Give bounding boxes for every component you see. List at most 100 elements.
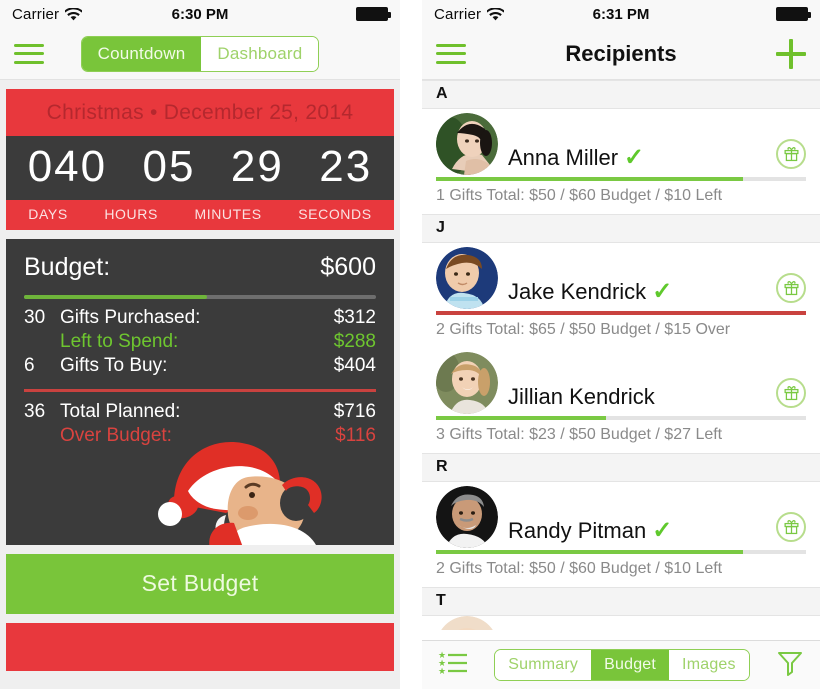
countdown-minutes-value: 29 xyxy=(230,142,284,191)
phone-gutter xyxy=(400,0,422,689)
countdown-digits: 040 05 29 23 xyxy=(6,136,394,200)
recipient-budget-bar xyxy=(436,311,806,315)
status-bar-right-group xyxy=(356,7,391,21)
two-phone-screenshot: Carrier 6:30 PM Countdown Dashboard Chri… xyxy=(0,0,820,689)
section-header-r: R xyxy=(422,453,820,482)
recipient-budget-bar xyxy=(436,177,806,181)
recipient-name-text: Jake Kendrick xyxy=(508,279,647,304)
recipient-budget-bar-fill xyxy=(436,177,744,181)
recipient-subtitle: 3 Gifts Total: $23 / $50 Budget / $27 Le… xyxy=(436,426,723,443)
gift-icon[interactable] xyxy=(776,378,806,408)
left-phone-screen: Carrier 6:30 PM Countdown Dashboard Chri… xyxy=(0,0,400,689)
countdown-days-value: 040 xyxy=(27,142,108,191)
left-to-spend-amount: $288 xyxy=(333,331,376,352)
view-mode-segmented-control[interactable]: Summary Budget Images xyxy=(494,649,750,681)
gifts-purchased-count: 30 xyxy=(24,307,46,328)
budget-label: Budget: xyxy=(24,253,111,281)
set-budget-button[interactable]: Set Budget xyxy=(6,554,394,614)
tab-dashboard[interactable]: Dashboard xyxy=(201,36,319,71)
recipients-list[interactable]: A Anna Miller ✓ 1 Gifts Total: $50 / $60… xyxy=(422,80,820,640)
recipient-budget-bar-fill xyxy=(436,311,806,315)
funnel-icon[interactable] xyxy=(776,649,804,682)
starred-list-icon[interactable]: ★ ★ ★ xyxy=(438,650,468,681)
tab-budget[interactable]: Budget xyxy=(591,650,670,680)
tab-countdown[interactable]: Countdown xyxy=(81,36,202,71)
row-total-planned: 36 Total Planned: $716 xyxy=(24,401,376,423)
recipient-budget-bar xyxy=(436,550,806,554)
hamburger-icon[interactable] xyxy=(14,43,44,64)
gifts-to-buy-count: 6 xyxy=(24,355,35,376)
countdown-seconds-value: 23 xyxy=(319,142,373,191)
countdown-hours-value: 05 xyxy=(142,142,196,191)
status-bar-right-group-r xyxy=(776,7,811,21)
check-icon: ✓ xyxy=(652,517,673,544)
santa-illustration xyxy=(158,442,322,545)
recipient-name: Randy Pitman ✓ xyxy=(508,518,672,548)
right-phone-screen: Carrier 6:31 PM Recipients A Anna Miller… xyxy=(422,0,820,689)
recipient-name-text: Anna Miller xyxy=(508,145,619,170)
total-planned-label: Total Planned: xyxy=(60,401,181,422)
left-to-spend-label: Left to Spend: xyxy=(60,331,179,352)
clipped-list-item[interactable] xyxy=(422,616,820,630)
avatar-jillian xyxy=(436,352,498,414)
check-icon: ✓ xyxy=(624,144,645,171)
plus-icon[interactable] xyxy=(776,38,806,69)
recipient-subtitle: 1 Gifts Total: $50 / $60 Budget / $10 Le… xyxy=(436,187,723,204)
recipient-main-row: Randy Pitman ✓ xyxy=(436,486,806,548)
recipient-subtitle: 2 Gifts Total: $50 / $60 Budget / $10 Le… xyxy=(436,560,723,577)
avatar-partial xyxy=(436,616,498,630)
total-planned-count: 36 xyxy=(24,401,46,422)
gifts-to-buy-amount: $404 xyxy=(333,355,376,376)
recipient-budget-bar xyxy=(436,416,806,420)
recipient-name-text: Randy Pitman xyxy=(508,518,647,543)
countdown-dashboard-segmented-wrap: Countdown Dashboard xyxy=(0,35,400,72)
svg-text:★: ★ xyxy=(438,666,446,676)
list-item[interactable]: Randy Pitman ✓ 2 Gifts Total: $50 / $60 … xyxy=(422,482,820,587)
recipient-name: Jillian Kendrick xyxy=(508,384,655,414)
gifts-to-buy-label: Gifts To Buy: xyxy=(60,355,168,376)
recipient-name: Anna Miller ✓ xyxy=(508,145,644,175)
page-title: Recipients xyxy=(565,40,677,66)
status-bar-time: 6:31 PM xyxy=(592,5,650,23)
countdown-days-label: DAYS xyxy=(28,206,68,222)
gift-icon[interactable] xyxy=(776,273,806,303)
budget-value: $600 xyxy=(320,253,376,281)
recipient-name-text: Jillian Kendrick xyxy=(508,384,655,409)
gifts-purchased-amount: $312 xyxy=(333,307,376,328)
check-icon: ✓ xyxy=(652,278,673,305)
list-item[interactable]: Jake Kendrick ✓ 2 Gifts Total: $65 / $50… xyxy=(422,243,820,348)
avatar-jake xyxy=(436,247,498,309)
budget-progress-fill xyxy=(24,295,208,299)
row-gifts-to-buy: 6 Gifts To Buy: $404 xyxy=(24,355,376,377)
status-bar-time: 6:30 PM xyxy=(171,5,229,23)
bottom-red-banner xyxy=(6,623,394,671)
countdown-dashboard-segmented-control[interactable]: Countdown Dashboard xyxy=(80,35,320,72)
status-bar-left: Carrier 6:30 PM xyxy=(0,0,400,28)
tab-images[interactable]: Images xyxy=(669,650,749,680)
gift-icon[interactable] xyxy=(776,512,806,542)
recipient-budget-bar-fill xyxy=(436,550,744,554)
section-header-t: T xyxy=(422,587,820,616)
section-header-j: J xyxy=(422,214,820,243)
recipient-main-row: Anna Miller ✓ xyxy=(436,113,806,175)
avatar-anna xyxy=(436,113,498,175)
countdown-title: Christmas • December 25, 2014 xyxy=(6,89,394,136)
recipient-subtitle: 2 Gifts Total: $65 / $50 Budget / $15 Ov… xyxy=(436,321,731,338)
list-item[interactable]: Anna Miller ✓ 1 Gifts Total: $50 / $60 B… xyxy=(422,109,820,214)
gifts-purchased-label: Gifts Purchased: xyxy=(60,307,201,328)
gift-icon[interactable] xyxy=(776,139,806,169)
status-bar-right: Carrier 6:31 PM xyxy=(422,0,820,28)
countdown-card: Christmas • December 25, 2014 040 05 29 … xyxy=(6,89,394,230)
tab-summary[interactable]: Summary xyxy=(495,650,592,680)
avatar-randy xyxy=(436,486,498,548)
nav-bar-left: Countdown Dashboard xyxy=(0,28,400,80)
budget-progress-track xyxy=(24,295,376,299)
recipient-main-row: Jake Kendrick ✓ xyxy=(436,247,806,309)
battery-icon xyxy=(776,7,811,21)
row-left-to-spend: Left to Spend: $288 xyxy=(24,331,376,353)
nav-bar-right: Recipients xyxy=(422,28,820,80)
budget-header-row: Budget: $600 xyxy=(24,253,376,282)
list-item[interactable]: Jillian Kendrick 3 Gifts Total: $23 / $5… xyxy=(422,348,820,453)
row-gifts-purchased: 30 Gifts Purchased: $312 xyxy=(24,307,376,329)
countdown-minutes-label: MINUTES xyxy=(194,206,262,222)
